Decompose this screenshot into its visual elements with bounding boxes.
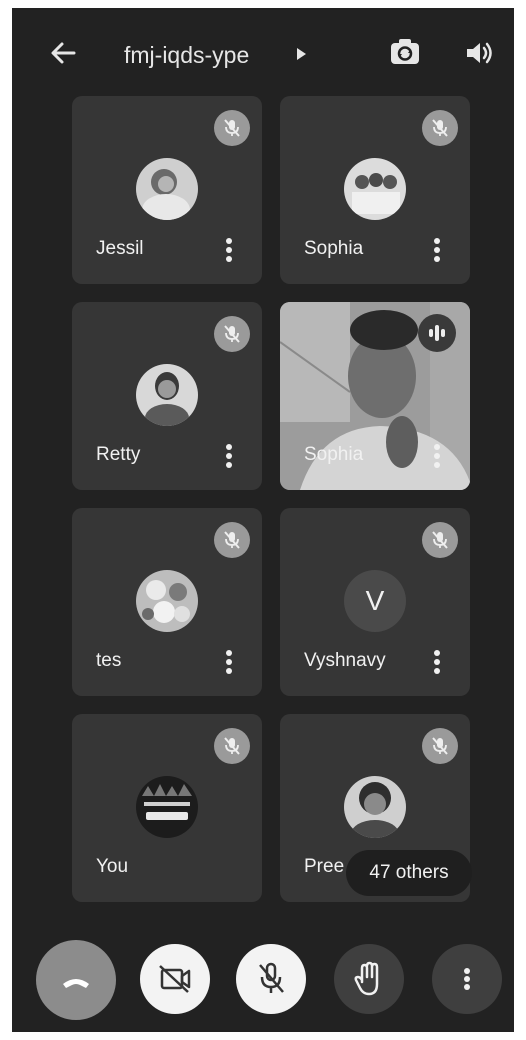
back-arrow-icon[interactable] (46, 36, 80, 70)
meeting-screen: fmj-iqds-ype Jessil Sophia Retty Sophia … (12, 8, 514, 1032)
call-controls (12, 930, 514, 1020)
mic-off-icon (214, 522, 250, 558)
participant-name: Retty (96, 444, 141, 465)
initial-avatar: V (344, 570, 406, 632)
others-count-chip[interactable]: 47 others (346, 850, 472, 896)
phone-hangup-icon (63, 979, 89, 988)
participant-tile-sophia[interactable]: Sophia (280, 96, 470, 284)
avatar (136, 158, 198, 220)
participant-name: Vyshnavy (304, 650, 386, 671)
more-vertical-icon[interactable] (432, 442, 442, 470)
participant-tile-you[interactable]: You (72, 714, 262, 902)
meeting-code[interactable]: fmj-iqds-ype (124, 38, 249, 72)
mic-off-icon (422, 728, 458, 764)
more-vertical-icon[interactable] (224, 442, 234, 470)
zoology-logo-avatar (136, 776, 198, 838)
more-vertical-icon[interactable] (432, 236, 442, 264)
mic-off-icon (422, 110, 458, 146)
camera-off-button[interactable] (140, 944, 210, 1014)
participant-tile-retty[interactable]: Retty (72, 302, 262, 490)
mic-off-icon (214, 728, 250, 764)
avatar (136, 364, 198, 426)
avatar (344, 776, 406, 838)
mic-off-icon (214, 316, 250, 352)
switch-camera-icon[interactable] (387, 34, 423, 70)
raise-hand-button[interactable] (334, 944, 404, 1014)
top-bar: fmj-iqds-ype (12, 8, 514, 98)
participant-name: Sophia (304, 444, 364, 465)
camera-off-icon (159, 965, 191, 993)
end-call-button[interactable] (36, 940, 116, 1020)
hand-icon (354, 961, 379, 996)
more-vertical-icon (464, 968, 470, 990)
audio-wave-icon (418, 314, 456, 352)
caret-right-icon[interactable] (295, 47, 307, 61)
more-vertical-icon[interactable] (224, 648, 234, 676)
more-options-button[interactable] (432, 944, 502, 1014)
more-vertical-icon[interactable] (224, 236, 234, 264)
participant-tile-sophia-video[interactable]: Sophia (280, 302, 470, 490)
mic-off-icon (422, 522, 458, 558)
participant-tile-tes[interactable]: tes (72, 508, 262, 696)
more-vertical-icon[interactable] (432, 648, 442, 676)
mic-off-button[interactable] (236, 944, 306, 1014)
participant-name: Sophia (304, 238, 364, 259)
participant-tile-vyshnavy[interactable]: V Vyshnavy (280, 508, 470, 696)
avatar (136, 570, 198, 632)
mic-off-icon (259, 962, 284, 993)
participant-name: Jessil (96, 238, 144, 259)
mic-off-icon (214, 110, 250, 146)
participant-name: You (96, 856, 129, 877)
participant-tile-jessil[interactable]: Jessil (72, 96, 262, 284)
avatar (344, 158, 406, 220)
speaker-icon[interactable] (462, 36, 496, 70)
participant-name: tes (96, 650, 122, 671)
participant-name: Pree (304, 856, 345, 877)
